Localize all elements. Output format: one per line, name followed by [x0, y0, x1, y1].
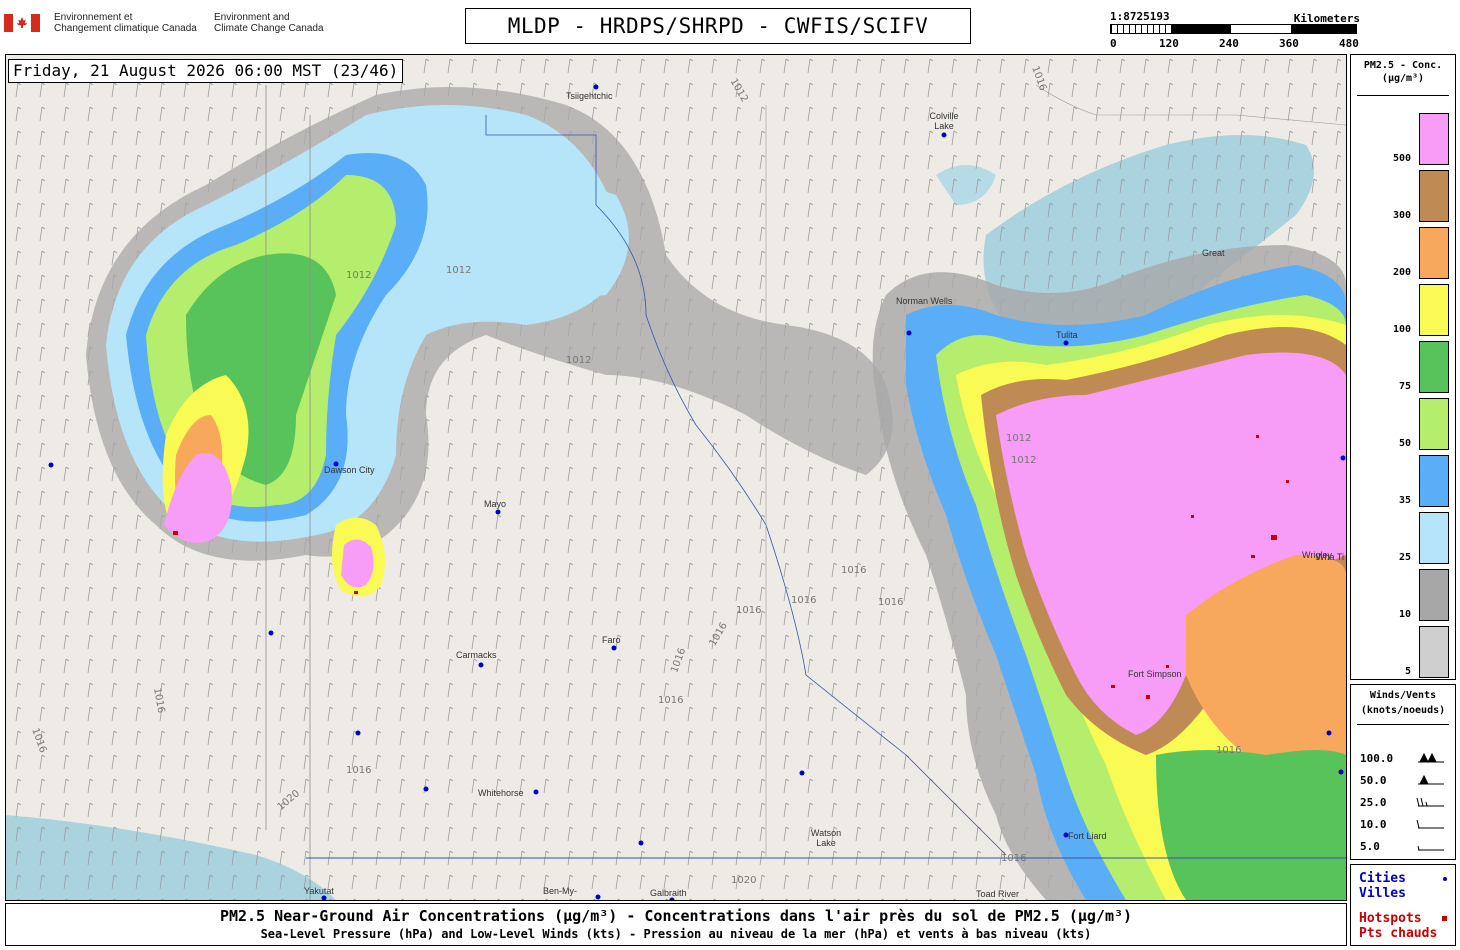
scale-tick: 240 — [1219, 37, 1239, 50]
pm25-level-label: 25 — [1398, 552, 1411, 563]
place-label: Ben-My- — [543, 886, 578, 896]
wind-speed-row: 10.0 — [1360, 818, 1450, 831]
isobar-label: 1016 — [1216, 745, 1242, 756]
eccc-logo: Environnement et Changement climatique Ca… — [4, 8, 364, 44]
scale-graphic — [1110, 24, 1357, 34]
place-label: Fort Liard — [1068, 831, 1107, 841]
pm25-level-label: 200 — [1392, 267, 1411, 278]
pm25-swatch — [1419, 626, 1449, 678]
wind-barb-5-icon — [1417, 845, 1444, 851]
isobar-label: 1020 — [731, 875, 757, 886]
pm25-swatch — [1419, 113, 1449, 165]
caption-line-1: PM2.5 Near-Ground Air Concentrations (µg… — [219, 907, 1133, 925]
valid-time-label: Friday, 21 August 2026 06:00 MST (23/46) — [8, 59, 404, 83]
pm25-level-label: 50 — [1398, 438, 1411, 449]
map-canvas[interactable]: Tsiigehtchic Colville Lake Great Mayo Ca… — [5, 54, 1347, 901]
isobar-label: 1012 — [1006, 433, 1032, 444]
scale-bar: 1:8725193 Kilometers 0 120 240 360 480 — [1110, 10, 1360, 50]
wind-barb-100-icon — [1418, 752, 1444, 763]
caption-line-2: Sea-Level Pressure (hPa) and Low-Level W… — [260, 927, 1092, 941]
wind-legend-title: Winds/Vents (knots/noeuds) — [1360, 690, 1446, 716]
wind-barb-25-icon — [1416, 797, 1444, 807]
place-label: Dawson City — [324, 465, 375, 475]
pm25-swatch — [1419, 398, 1449, 450]
pm25-level-label: 300 — [1392, 210, 1411, 221]
pm25-swatch — [1419, 455, 1449, 507]
isobar-label: 1012 — [346, 270, 372, 281]
isobar-label: 1016 — [878, 597, 904, 608]
place-label: Mayo — [484, 499, 507, 509]
pm25-swatch — [1419, 341, 1449, 393]
map-caption: PM2.5 Near-Ground Air Concentrations (µg… — [5, 903, 1347, 946]
isobar-label: 1012 — [566, 355, 592, 366]
pm25-swatch — [1419, 512, 1449, 564]
place-label: Tsiigehtchic — [566, 91, 613, 101]
place-label: Carmacks — [456, 650, 497, 660]
place-label: Great — [1202, 248, 1225, 258]
isobar-label: 1016 — [658, 695, 684, 706]
wind-barb-50-icon — [1418, 774, 1444, 785]
pm25-legend-title: PM2.5 - Conc. (µg/m³) — [1363, 60, 1443, 84]
map-layers — [6, 55, 1346, 900]
wind-speed-row: 50.0 — [1360, 774, 1450, 787]
cities-legend-label: Cities Villes — [1359, 871, 1406, 901]
pm25-swatch — [1419, 227, 1449, 279]
isobar-label: 1016 — [791, 595, 817, 606]
scale-tick: 0 — [1110, 37, 1117, 50]
place-label: Yakutat — [304, 886, 334, 896]
place-label: Toad River — [976, 889, 1020, 899]
place-label: Wha Ti — [1316, 552, 1345, 562]
place-label: Norman Wells — [896, 296, 953, 306]
isobar-label: 1016 — [1001, 853, 1027, 864]
isobar-label: 1016 — [841, 565, 867, 576]
isobar-label: 1016 — [346, 765, 372, 776]
isobar-label: 1012 — [446, 265, 472, 276]
pm25-level-label: 10 — [1398, 609, 1411, 620]
canada-flag-icon — [4, 14, 40, 32]
scale-tick: 480 — [1339, 37, 1359, 50]
points-legend: Cities Villes Hotspots Pts chauds — [1350, 864, 1456, 946]
wind-barb-10-icon — [1416, 819, 1444, 829]
city-dot-icon — [1443, 877, 1447, 881]
pm25-level-label: 35 — [1398, 495, 1411, 506]
pm25-swatch — [1419, 284, 1449, 336]
place-label: Whitehorse — [478, 788, 524, 798]
hotspots-legend-label: Hotspots Pts chauds — [1359, 911, 1438, 941]
pm25-swatch — [1419, 170, 1449, 222]
isobar-label: 1016 — [736, 605, 762, 616]
wind-speed-row: 100.0 — [1360, 752, 1450, 765]
wind-speed-row: 25.0 — [1360, 796, 1450, 809]
pm25-level-label: 5 — [1404, 666, 1411, 677]
pm25-level-label: 500 — [1392, 153, 1411, 164]
pm25-swatch — [1419, 569, 1449, 621]
scale-tick: 120 — [1159, 37, 1179, 50]
scale-tick: 360 — [1279, 37, 1299, 50]
pm25-level-label: 100 — [1392, 324, 1411, 335]
isobar-label: 1012 — [1011, 455, 1037, 466]
wind-legend: Winds/Vents (knots/noeuds) 100.0 50.0 25.… — [1350, 684, 1456, 860]
scale-ratio: 1:8725193 — [1110, 10, 1170, 23]
hotspot-square-icon — [1442, 916, 1447, 921]
product-title: MLDP - HRDPS/SHRPD - CWFIS/SCIFV — [465, 8, 971, 44]
pm25-level-label: 75 — [1398, 381, 1411, 392]
wind-speed-row: 5.0 — [1360, 840, 1450, 853]
dept-name-fr: Environnement et Changement climatique Ca… — [54, 12, 197, 34]
dept-name-en: Environment and Climate Change Canada — [214, 12, 324, 34]
place-label: Faro — [602, 635, 621, 645]
place-label: Fort Simpson — [1128, 669, 1182, 679]
place-label: Watson Lake — [810, 828, 842, 848]
place-label: Colville Lake — [929, 111, 959, 131]
place-label: Tulita — [1056, 330, 1078, 340]
place-label: Galbraith — [650, 888, 687, 898]
pm25-legend: PM2.5 - Conc. (µg/m³) 500 300 200 100 75 50 35 2… — [1350, 54, 1456, 680]
